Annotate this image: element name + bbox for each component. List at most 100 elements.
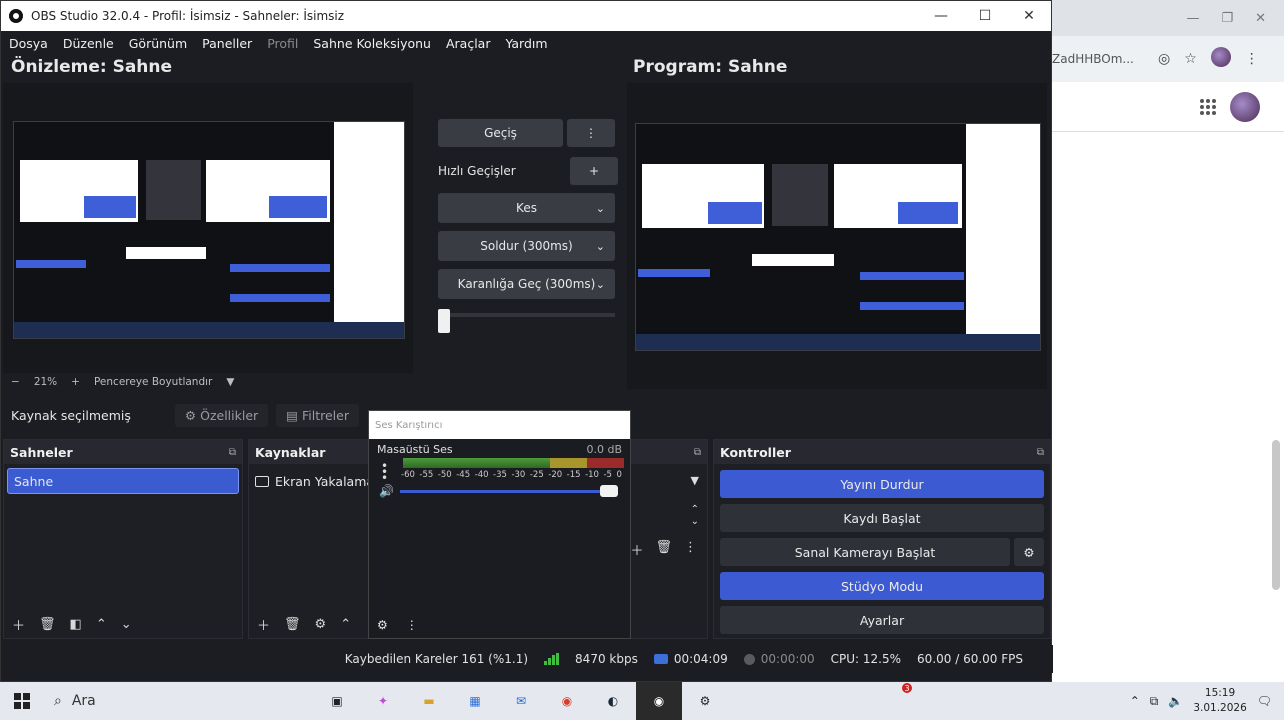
start-recording-button[interactable]: Kaydı Başlat [720, 504, 1044, 532]
zoom-fit-select[interactable]: Pencereye Boyutlandır [94, 376, 212, 388]
network-icon[interactable]: ⧉ [1150, 694, 1159, 709]
stream-status-icon [653, 654, 668, 664]
audio-channel-name: Masaüstü Ses [377, 443, 453, 456]
maximize-icon[interactable]: ☐ [963, 8, 1007, 24]
zoom-in-button[interactable]: + [71, 376, 80, 388]
volume-slider[interactable] [399, 484, 618, 497]
star-icon[interactable]: ☆ [1184, 51, 1197, 67]
system-tray: ⌃ ⧉ 🔈 15:19 3.01.2026 🗨 [1130, 686, 1284, 716]
speaker-icon[interactable]: 🔊 [379, 484, 394, 498]
mixer-menu-icon[interactable]: ⋮ [406, 618, 418, 632]
copilot-icon[interactable]: ✦ [360, 682, 406, 720]
menu-view[interactable]: Görünüm [129, 36, 187, 51]
browser-page-header [1052, 82, 1284, 132]
browser-close-icon[interactable]: ✕ [1255, 11, 1266, 26]
clock[interactable]: 15:19 3.01.2026 [1193, 686, 1246, 716]
scene-filters-icon[interactable]: ◧ [70, 617, 82, 632]
taskbar-search[interactable]: ⌕ Ara [44, 682, 314, 720]
add-icon[interactable]: ＋ [630, 540, 643, 559]
channel-menu-icon[interactable]: • • • [381, 460, 388, 484]
volume-meter [403, 458, 624, 468]
preview-canvas[interactable] [3, 83, 413, 373]
source-properties-icon[interactable]: ⚙ [315, 617, 327, 632]
remove-source-icon[interactable]: 🗑 [284, 617, 301, 632]
file-explorer-icon[interactable]: ▬ [406, 682, 452, 720]
notifications-icon[interactable]: 🗨 [1257, 694, 1272, 708]
filter-icon: ▤ [286, 407, 298, 423]
outlook-icon[interactable]: ✉ [498, 682, 544, 720]
menu-docks[interactable]: Paneller [202, 36, 252, 51]
remove-scene-icon[interactable]: 🗑 [39, 617, 56, 632]
zoom-out-button[interactable]: − [11, 376, 20, 388]
profile-avatar[interactable] [1210, 47, 1231, 71]
browser-restore-icon[interactable]: ❐ [1221, 11, 1233, 26]
account-avatar[interactable] [1230, 91, 1260, 122]
move-source-up-icon[interactable]: ⌃ [340, 617, 351, 632]
spin-arrows-icon[interactable]: ⌃ ⌄ [691, 504, 699, 528]
dropped-frames: Kaybedilen Kareler 161 (%1.1) [344, 652, 529, 666]
add-source-icon[interactable]: ＋ [257, 615, 270, 634]
browser-minimize-icon[interactable]: — [1186, 11, 1199, 26]
task-view-icon[interactable]: ▣ [314, 682, 360, 720]
move-up-icon[interactable]: ⌃ [96, 617, 107, 632]
speaker-tray-icon[interactable]: 🔈 [1168, 694, 1183, 708]
audio-level: 0.0 dB [586, 443, 622, 456]
menu-edit[interactable]: Düzenle [63, 36, 114, 51]
filters-button[interactable]: ▤ Filtreler [276, 403, 359, 427]
chevron-down-icon: ⌄ [595, 201, 605, 215]
chevron-up-icon[interactable]: ⌃ [1130, 694, 1140, 708]
settings-button[interactable]: Ayarlar [720, 606, 1044, 634]
studio-mode-button[interactable]: Stüdyo Modu [720, 572, 1044, 600]
add-scene-icon[interactable]: ＋ [12, 615, 25, 634]
volume-slider-handle[interactable] [599, 484, 618, 497]
signal-strength-icon [544, 653, 560, 665]
move-down-icon[interactable]: ⌄ [121, 617, 132, 632]
notification-badge: 3 [902, 683, 912, 693]
apps-grid-icon[interactable] [1200, 98, 1216, 115]
advanced-audio-icon[interactable]: ⚙ [377, 618, 388, 632]
menu-file[interactable]: Dosya [9, 36, 48, 51]
zoom-dropdown-caret-icon[interactable]: ▼ [226, 376, 234, 388]
eye-off-icon[interactable]: ◎ [1158, 51, 1170, 67]
trash-icon[interactable]: 🗑 [655, 540, 672, 559]
menu-tools[interactable]: Araçlar [446, 36, 491, 51]
store-icon[interactable]: ▦ [452, 682, 498, 720]
chevron-down-icon[interactable]: ▼ [691, 474, 699, 487]
transition-slider[interactable] [438, 309, 618, 333]
undock-icon[interactable]: ⧉ [1037, 447, 1044, 458]
minimize-icon[interactable]: — [919, 8, 963, 24]
undock-icon[interactable]: ⧉ [229, 447, 236, 458]
scene-list-item[interactable]: Sahne [7, 468, 239, 494]
preview-capture-thumbnail [13, 121, 405, 339]
settings-taskbar-icon[interactable]: ⚙ [682, 682, 728, 720]
menu-scene-collection[interactable]: Sahne Koleksiyonu [313, 36, 431, 51]
kebab-menu-icon[interactable]: ⋮ [1245, 51, 1259, 67]
chrome-icon[interactable]: ◉ [544, 682, 590, 720]
close-icon[interactable]: ✕ [1007, 8, 1051, 24]
obs-taskbar-icon[interactable]: ◉ [636, 682, 682, 720]
preview-label: Önizleme: Sahne [11, 57, 173, 77]
transition-select-cut[interactable]: Kes ⌄ [438, 193, 615, 223]
steam-icon[interactable]: ◐ [590, 682, 636, 720]
transition-panel: Geçiş ⋮ Hızlı Geçişler + Kes ⌄ Soldur (3… [438, 119, 618, 333]
transition-menu-icon[interactable]: ⋮ [567, 119, 615, 147]
start-button[interactable] [0, 693, 44, 709]
browser-scrollbar[interactable] [1272, 440, 1280, 590]
windows-logo-icon [14, 693, 30, 709]
start-virtual-camera-button[interactable]: Sanal Kamerayı Başlat [720, 538, 1010, 566]
transition-slider-handle[interactable] [438, 309, 450, 333]
stop-streaming-button[interactable]: Yayını Durdur [720, 470, 1044, 498]
add-quick-transition-button[interactable]: + [570, 157, 618, 185]
transition-button[interactable]: Geçiş [438, 119, 563, 147]
menu-help[interactable]: Yardım [505, 36, 547, 51]
address-bar-fragment[interactable]: ZadHHBOm... [1052, 52, 1144, 66]
transition-select-fade-to-black[interactable]: Karanlığa Geç (300ms) ⌄ [438, 269, 615, 299]
virtual-camera-settings-gear-icon[interactable]: ⚙ [1014, 538, 1044, 566]
gear-icon: ⚙ [184, 407, 197, 423]
transition-option-label: Karanlığa Geç (300ms) [457, 277, 596, 291]
program-capture-thumbnail [635, 123, 1041, 351]
transition-select-fade[interactable]: Soldur (300ms) ⌄ [438, 231, 615, 261]
undock-icon[interactable]: ⧉ [694, 447, 701, 458]
properties-button[interactable]: ⚙ Özellikler [174, 403, 269, 427]
kebab-menu-icon[interactable]: ⋮ [684, 540, 697, 559]
